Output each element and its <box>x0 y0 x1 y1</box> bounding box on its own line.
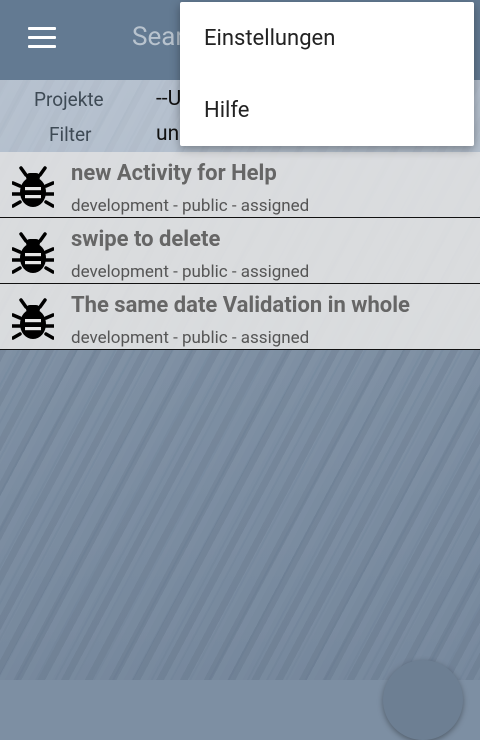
filter-label: Filter <box>49 123 92 146</box>
project-label: Projekte <box>34 88 104 111</box>
floating-action-button[interactable] <box>383 660 463 740</box>
bug-icon <box>12 298 54 340</box>
project-select[interactable]: --U <box>156 87 181 111</box>
hamburger-icon[interactable] <box>28 27 56 51</box>
issue-title: The same date Validation in whole <box>71 293 410 318</box>
search-hint[interactable]: Sear <box>132 22 184 52</box>
menu-item-settings[interactable]: Einstellungen <box>204 26 335 51</box>
bug-icon <box>12 166 54 208</box>
menu-item-help[interactable]: Hilfe <box>204 98 249 123</box>
list-item[interactable]: swipe to delete development - public - a… <box>0 218 480 284</box>
issue-meta: development - public - assigned <box>71 196 310 216</box>
issue-title: new Activity for Help <box>71 161 277 186</box>
issue-title: swipe to delete <box>71 227 221 252</box>
list-item[interactable]: new Activity for Help development - publ… <box>0 152 480 218</box>
list-item[interactable]: The same date Validation in whole develo… <box>0 284 480 350</box>
issue-list: new Activity for Help development - publ… <box>0 152 480 350</box>
filter-select[interactable]: un <box>156 122 179 146</box>
bug-icon <box>12 232 54 274</box>
issue-meta: development - public - assigned <box>71 328 310 348</box>
overflow-menu: Einstellungen Hilfe <box>180 2 474 146</box>
issue-meta: development - public - assigned <box>71 262 310 282</box>
